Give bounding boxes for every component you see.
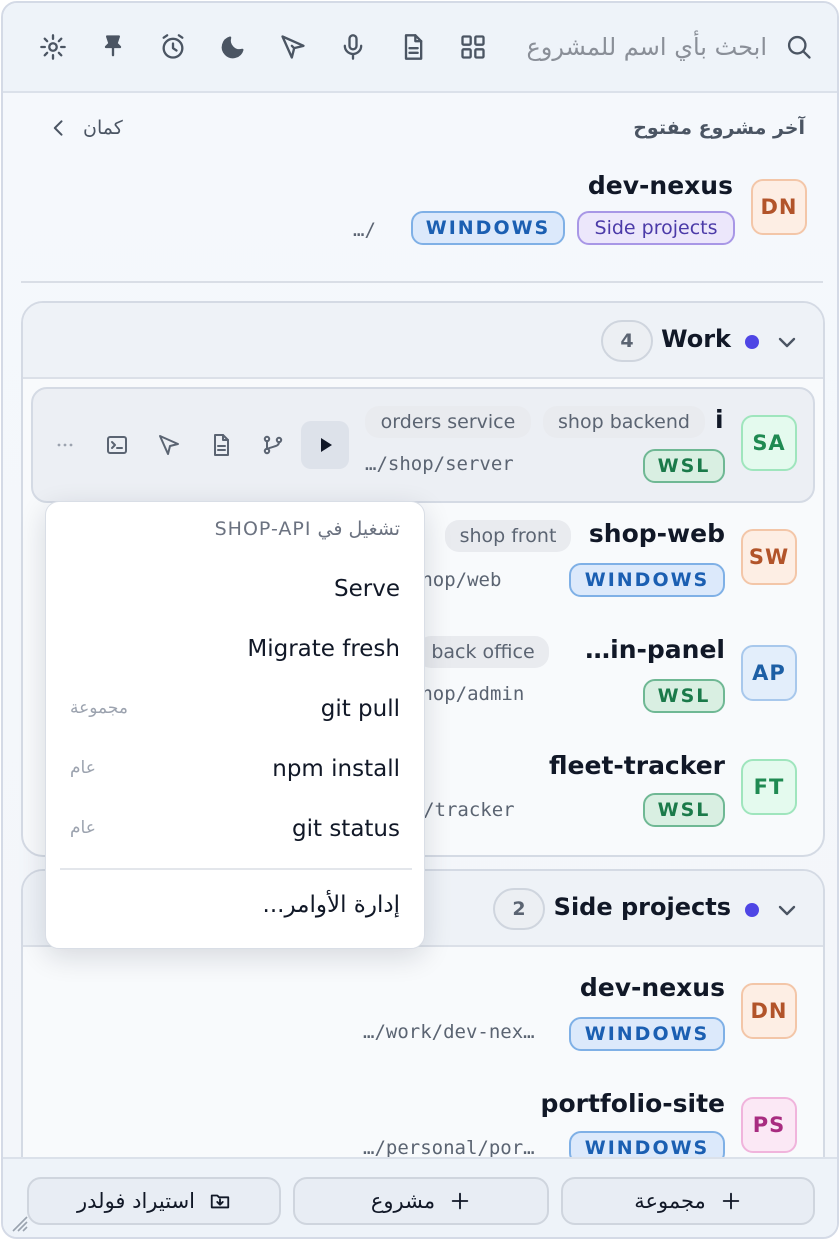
project-tag: back office xyxy=(417,636,549,668)
chevron-left-icon xyxy=(49,118,69,138)
project-tag: shop backend xyxy=(543,406,705,438)
group-color-dot xyxy=(745,335,759,349)
import-folder-label: استيراد فولدر xyxy=(77,1189,196,1213)
chevron-down-icon[interactable] xyxy=(775,898,799,926)
os-badge: WSL xyxy=(643,449,725,483)
folder-import-icon xyxy=(209,1190,231,1212)
document-icon[interactable] xyxy=(199,423,243,467)
avatar: DN xyxy=(741,983,797,1039)
project-name[interactable]: fleet-tracker xyxy=(549,751,725,780)
os-badge: WINDOWS xyxy=(411,211,565,245)
menu-item-git-status[interactable]: git status xyxy=(292,816,400,842)
menu-item-scope: عام xyxy=(70,818,96,838)
section-divider xyxy=(21,281,823,283)
plus-icon xyxy=(449,1190,471,1212)
alarm-icon[interactable] xyxy=(155,29,191,65)
menu-item-serve[interactable]: Serve xyxy=(334,576,400,602)
menu-header: تشغيل في SHOP-API xyxy=(214,518,400,540)
new-project-label: مشروع xyxy=(370,1189,436,1213)
avatar: PS xyxy=(741,1097,797,1153)
play-icon[interactable] xyxy=(301,421,349,469)
app-window: ابحث بأي اسم للمشروع آخر مشروع مفتوح كما… xyxy=(1,1,839,1239)
new-project-button[interactable]: مشروع xyxy=(293,1177,549,1225)
resize-grip-icon[interactable] xyxy=(11,1215,29,1233)
group-color-dot xyxy=(745,903,759,917)
project-name[interactable]: shop-web xyxy=(589,519,725,548)
new-group-label: مجموعة xyxy=(634,1189,706,1213)
document-icon[interactable] xyxy=(395,29,431,65)
menu-item-npm-install[interactable]: npm install xyxy=(272,756,400,782)
group-badge: Side projects xyxy=(577,211,735,245)
menu-divider xyxy=(60,868,412,870)
recent-project-title: آخر مشروع مفتوح xyxy=(633,117,805,139)
avatar: DN xyxy=(751,179,807,235)
avatar: FT xyxy=(741,759,797,815)
group-count: 2 xyxy=(493,888,545,930)
group-header[interactable]: Work 4 xyxy=(23,303,823,379)
project-name[interactable]: i xyxy=(715,405,724,434)
grid-icon[interactable] xyxy=(455,29,491,65)
group-name: Work xyxy=(661,325,731,353)
menu-item-scope: مجموعة xyxy=(70,698,128,718)
mic-icon[interactable] xyxy=(335,29,371,65)
project-name[interactable]: portfolio-site xyxy=(541,1089,725,1118)
send-icon[interactable] xyxy=(275,29,311,65)
project-tag: shop front xyxy=(445,520,571,552)
project-name[interactable]: …in-panel xyxy=(585,635,725,664)
moon-icon[interactable] xyxy=(215,29,251,65)
menu-item-git-pull[interactable]: git pull xyxy=(321,696,400,722)
group-count: 4 xyxy=(601,320,653,362)
plus-icon xyxy=(720,1190,742,1212)
group-name: Side projects xyxy=(553,893,731,921)
project-path: …/ xyxy=(353,219,376,241)
more-link-label: كمان xyxy=(83,117,123,139)
project-path: …/work/dev-nex… xyxy=(363,1021,535,1043)
search-input[interactable]: ابحث بأي اسم للمشروع xyxy=(526,29,767,65)
more-link[interactable]: كمان xyxy=(49,117,123,139)
avatar: SW xyxy=(741,529,797,585)
chevron-down-icon[interactable] xyxy=(775,330,799,358)
project-path: …/personal/por… xyxy=(363,1137,535,1159)
top-bar: ابحث بأي اسم للمشروع xyxy=(3,3,837,93)
manage-commands-item[interactable]: إدارة الأوامر... xyxy=(263,892,400,918)
os-badge: WINDOWS xyxy=(569,563,725,597)
project-name[interactable]: dev-nexus xyxy=(588,171,733,200)
os-badge: WSL xyxy=(643,679,725,713)
os-badge: WINDOWS xyxy=(569,1017,725,1051)
import-folder-button[interactable]: استيراد فولدر xyxy=(27,1177,281,1225)
os-badge: WSL xyxy=(643,793,725,827)
avatar: AP xyxy=(741,645,797,701)
new-group-button[interactable]: مجموعة xyxy=(561,1177,815,1225)
terminal-icon[interactable] xyxy=(95,423,139,467)
menu-item-migrate-fresh[interactable]: Migrate fresh xyxy=(247,636,400,662)
search-icon[interactable] xyxy=(781,29,817,65)
more-icon[interactable] xyxy=(43,423,87,467)
pin-icon[interactable] xyxy=(95,29,131,65)
project-path: …/shop/server xyxy=(365,453,514,475)
project-tag: orders service xyxy=(365,406,531,438)
footer-bar: مجموعة مشروع استيراد فولدر xyxy=(3,1157,837,1237)
git-branch-icon[interactable] xyxy=(251,423,295,467)
project-name[interactable]: dev-nexus xyxy=(580,973,725,1002)
run-command-menu: تشغيل في SHOP-API Serve Migrate fresh gi… xyxy=(45,501,425,949)
avatar: SA xyxy=(741,415,797,471)
menu-item-scope: عام xyxy=(70,758,96,778)
gear-icon[interactable] xyxy=(35,29,71,65)
send-icon[interactable] xyxy=(147,423,191,467)
